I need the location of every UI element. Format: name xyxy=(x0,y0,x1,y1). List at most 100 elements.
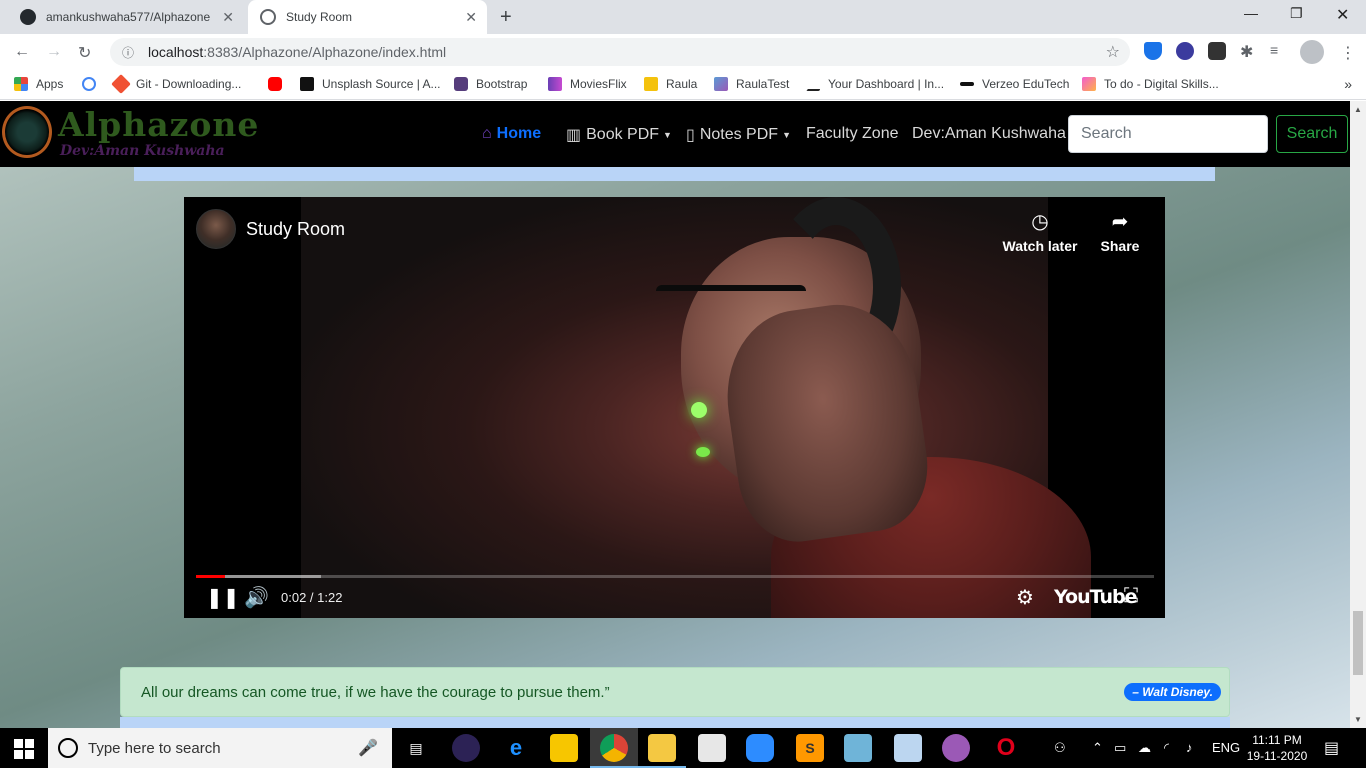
microphone-icon[interactable]: 🎤 xyxy=(358,738,378,758)
bookmark-raulatest[interactable]: RaulaTest xyxy=(714,77,789,91)
nav-dev[interactable]: Dev:Aman Kushwaha xyxy=(912,125,1066,143)
forward-icon[interactable]: → xyxy=(46,43,62,61)
video-title[interactable]: Study Room xyxy=(246,219,345,240)
app-icon[interactable] xyxy=(942,734,970,762)
bookmark-youtube[interactable] xyxy=(268,77,290,91)
speaker-icon[interactable]: ♪ xyxy=(1186,740,1193,755)
nav-faculty-zone[interactable]: Faculty Zone xyxy=(806,125,898,143)
google-icon xyxy=(82,77,96,91)
page-scrollbar[interactable]: ▲ ▼ xyxy=(1350,101,1366,728)
bookmark-apps[interactable]: Apps xyxy=(14,77,63,91)
raulatest-icon xyxy=(714,77,728,91)
file-explorer-icon[interactable] xyxy=(648,734,676,762)
progress-played xyxy=(196,575,225,578)
close-icon[interactable]: ✕ xyxy=(465,9,477,26)
task-view-icon[interactable]: ▤ xyxy=(402,734,430,762)
remote-desktop-icon[interactable] xyxy=(894,734,922,762)
sublime-icon[interactable]: S xyxy=(796,734,824,762)
profile-avatar[interactable] xyxy=(1300,40,1324,64)
volume-icon[interactable]: 🔊 xyxy=(244,585,269,610)
virtualbox-icon[interactable] xyxy=(844,734,872,762)
onedrive-icon[interactable]: ☁ xyxy=(1138,740,1151,756)
minimize-button[interactable]: — xyxy=(1244,5,1258,21)
globe-logo-icon[interactable] xyxy=(2,106,52,158)
nav-home[interactable]: ⌂ Home xyxy=(482,125,541,143)
bootstrap-icon xyxy=(454,77,468,91)
opera-icon[interactable]: O xyxy=(992,734,1020,762)
unsplash-icon xyxy=(300,77,314,91)
restore-button[interactable]: ❐ xyxy=(1290,5,1303,22)
alert-strip-bottom xyxy=(120,717,1230,728)
bookmark-moviesflix[interactable]: MoviesFlix xyxy=(548,77,627,91)
taskbar-clock[interactable]: 11:11 PM 19-11-2020 xyxy=(1244,732,1310,764)
tab-study-room[interactable]: Study Room ✕ xyxy=(248,0,487,34)
menu-dots-icon[interactable]: ⋮ xyxy=(1340,43,1356,63)
chrome-icon[interactable] xyxy=(600,734,628,762)
site-navbar: Alphazone Dev:Aman Kushwaha ⌂ Home ▥ Book … xyxy=(0,101,1350,167)
bookmark-git[interactable]: Git - Downloading... xyxy=(111,74,241,94)
bookmark-unsplash[interactable]: Unsplash Source | A... xyxy=(300,77,441,91)
bookmark-todo[interactable]: To do - Digital Skills... xyxy=(1082,77,1219,91)
bookmark-verzeo[interactable]: Verzeo EduTech xyxy=(960,77,1069,91)
site-logo-title[interactable]: Alphazone xyxy=(58,105,259,144)
taskbar-search[interactable]: Type here to search 🎤 xyxy=(48,728,392,768)
new-tab-button[interactable]: + xyxy=(500,6,512,29)
reload-icon[interactable]: ↻ xyxy=(78,43,91,63)
close-icon[interactable]: ✕ xyxy=(222,9,234,26)
info-icon[interactable]: ⓘ xyxy=(122,44,134,61)
scroll-thumb[interactable] xyxy=(1353,611,1363,675)
youtube-player[interactable]: Study Room ◷ Watch later ➦ Share ❚❚ 🔊 0:02… xyxy=(184,197,1165,618)
store-icon[interactable] xyxy=(550,734,578,762)
settings-gear-icon[interactable]: ⚙ xyxy=(1016,585,1034,610)
vpn-extension-icon[interactable] xyxy=(1144,42,1162,60)
python-icon[interactable] xyxy=(698,734,726,762)
nav-notes-pdf[interactable]: ▯ Notes PDF ▼ xyxy=(686,125,791,145)
video-frame[interactable] xyxy=(301,197,1091,618)
bookmarks-more-icon[interactable]: » xyxy=(1344,76,1352,92)
url-host: localhost xyxy=(148,44,204,60)
search-button[interactable]: Search xyxy=(1276,115,1348,153)
fullscreen-icon[interactable]: ⛶ xyxy=(1124,585,1138,608)
url-path: :8383/Alphazone/Alphazone/index.html xyxy=(203,44,447,60)
cube-extension-icon[interactable] xyxy=(1208,42,1226,60)
url-bar[interactable]: ⓘ localhost:8383/Alphazone/Alphazone/ind… xyxy=(110,38,1130,66)
bookmark-raula[interactable]: Raula xyxy=(644,77,697,91)
notification-icon[interactable]: ▤ xyxy=(1324,738,1339,758)
media-control-icon[interactable]: ≡ xyxy=(1270,42,1288,60)
windows-start-icon[interactable] xyxy=(14,739,34,759)
edge-icon[interactable]: e xyxy=(502,734,530,762)
battery-icon[interactable]: ▭ xyxy=(1114,740,1126,756)
tray-chevron-icon[interactable]: ⌃ xyxy=(1092,740,1103,756)
people-icon[interactable]: ⚇ xyxy=(1054,740,1066,756)
quote-alert: All our dreams can come true, if we have… xyxy=(120,667,1230,717)
close-window-button[interactable]: ✕ xyxy=(1336,5,1349,25)
bookmark-google[interactable] xyxy=(82,77,104,91)
youtube-icon xyxy=(268,77,282,91)
eclipse-icon[interactable] xyxy=(452,734,480,762)
search-input[interactable]: Search xyxy=(1068,115,1268,153)
zoom-icon[interactable] xyxy=(746,734,774,762)
progress-bar[interactable] xyxy=(196,575,1154,578)
bookmark-star-icon[interactable]: ☆ xyxy=(1106,42,1120,62)
scroll-up-icon[interactable]: ▲ xyxy=(1354,105,1362,114)
bookmark-bootstrap[interactable]: Bootstrap xyxy=(454,77,527,91)
bookmark-dashboard[interactable]: Your Dashboard | In... xyxy=(806,77,944,91)
scroll-down-icon[interactable]: ▼ xyxy=(1354,715,1362,724)
channel-avatar[interactable] xyxy=(196,209,236,249)
pause-icon[interactable]: ❚❚ xyxy=(206,585,240,610)
tab-title: Study Room xyxy=(286,10,353,24)
share-button[interactable]: ➦ Share xyxy=(1080,209,1160,254)
wifi-icon[interactable]: ◜ xyxy=(1164,740,1169,756)
mountain-icon xyxy=(806,77,820,91)
nav-book-pdf[interactable]: ▥ Book PDF ▼ xyxy=(566,125,672,145)
puzzle-icon[interactable]: ✱ xyxy=(1240,42,1258,61)
browser-tab-strip: amankushwaha577/Alphazone ✕ Study Room ✕… xyxy=(0,0,1366,34)
language-indicator[interactable]: ENG xyxy=(1212,740,1240,755)
back-icon[interactable]: ← xyxy=(14,43,30,61)
tab-github[interactable]: amankushwaha577/Alphazone ✕ xyxy=(0,0,244,34)
extension-icon[interactable] xyxy=(1176,42,1194,60)
address-bar-row: ← → ↻ ⓘ localhost:8383/Alphazone/Alphazo… xyxy=(0,34,1366,70)
watch-later-button[interactable]: ◷ Watch later xyxy=(1000,209,1080,254)
git-icon xyxy=(111,74,131,94)
quote-author-badge: – Walt Disney. xyxy=(1124,683,1221,701)
